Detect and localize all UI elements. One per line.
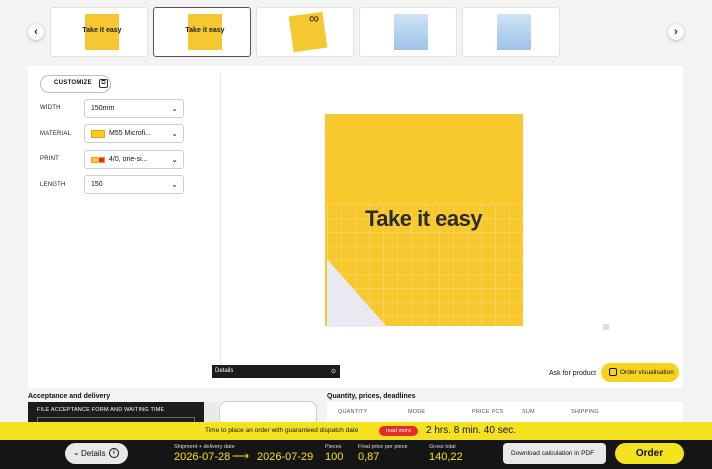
thumb-product-image [497, 14, 531, 50]
material-select[interactable]: M55 Microfi... ⌄ [84, 124, 184, 143]
cloth-curl [327, 259, 387, 327]
details-circle-icon: ⊙ [330, 369, 336, 375]
order-footer: ⌄ Details i Shipment + delivery date 202… [0, 440, 712, 469]
width-value: 150mm [91, 105, 115, 112]
order-visualisation-label: Order visualisation [620, 369, 674, 376]
customize-icon: ⧉ [99, 79, 108, 88]
order-button[interactable]: Order [615, 443, 684, 464]
quantity-title: Quantity, prices, deadlines [327, 393, 416, 400]
footer-details-button[interactable]: ⌄ Details i [65, 443, 128, 464]
file-acceptance-label: FILE ACCEPTANCE FORM AND WAITING TIME [37, 407, 165, 413]
thumb-product-image [288, 11, 328, 53]
download-pdf-label: Download calculation in PDF [511, 450, 595, 457]
ask-for-product-link[interactable]: Ask for product [549, 370, 596, 377]
order-visualisation-button[interactable]: Order visualisation [601, 363, 679, 382]
visualisation-icon [609, 368, 617, 376]
read-more-button[interactable]: read more [379, 426, 418, 436]
product-preview: Take it easy [325, 114, 523, 327]
pieces-label: Pieces [325, 444, 342, 450]
arrow-right-icon: ⟶ [232, 449, 250, 463]
length-label: LENGTH [40, 182, 66, 188]
col-price-pcs: PRICE PCS [472, 409, 504, 415]
customize-label: CUSTOMIZE [54, 80, 92, 86]
print-select[interactable]: 4/0, one-si... ⌄ [84, 150, 184, 169]
panel-divider [220, 74, 221, 379]
carousel-next-button[interactable]: › [668, 24, 684, 40]
chevron-down-icon: ⌄ [73, 448, 80, 457]
print-swatch-icon [91, 157, 105, 163]
shipment-label: Shipment + delivery date [174, 444, 235, 450]
thumb-caption: Take it easy [185, 27, 225, 34]
chevron-down-icon: ⌄ [171, 180, 178, 189]
col-sum: SUM [522, 409, 535, 415]
carousel-thumb-3[interactable]: ∞ [256, 7, 354, 57]
col-shipping: SHIPPING [571, 409, 599, 415]
pieces-value: 100 [325, 451, 344, 463]
dispatch-banner: Time to place an order with guaranteed d… [0, 422, 712, 440]
carousel-thumb-5[interactable] [462, 7, 560, 57]
col-quantity: QUANTITY [338, 409, 368, 415]
thumb-caption: Take it easy [82, 27, 122, 34]
customize-button[interactable]: CUSTOMIZE ⧉ [40, 75, 111, 93]
length-value: 150 [91, 181, 103, 188]
carousel-thumb-2-active[interactable]: Take it easy [153, 7, 251, 57]
acceptance-strip [204, 402, 218, 424]
carousel-prev-button[interactable]: ‹ [28, 24, 44, 40]
product-carousel: ‹ Take it easy Take it easy ∞ › [0, 0, 712, 64]
quantity-table-header: QUANTITY MODE PRICE PCS SUM SHIPPING [327, 402, 683, 422]
chevron-down-icon: ⌄ [171, 129, 178, 138]
dispatch-timer: 2 hrs. 8 min. 40 sec. [426, 425, 517, 436]
order-label: Order [635, 448, 664, 459]
chevron-down-icon: ⌄ [171, 155, 178, 164]
chevron-down-icon: ⌄ [171, 104, 178, 113]
details-label: Details [215, 368, 234, 374]
print-label: PRINT [40, 156, 59, 162]
configurator-panel: CUSTOMIZE ⧉ WIDTH 150mm ⌄ MATERIAL M55 M… [28, 66, 683, 388]
product-print-text: Take it easy [365, 206, 483, 231]
print-value: 4/0, one-si... [109, 156, 148, 163]
file-acceptance-box[interactable]: FILE ACCEPTANCE FORM AND WAITING TIME [28, 402, 204, 424]
footer-details-label: Details [81, 449, 106, 458]
width-select[interactable]: 150mm ⌄ [84, 99, 184, 118]
material-label: MATERIAL [40, 131, 72, 137]
acceptance-title: Acceptance and delivery [28, 393, 111, 400]
material-value: M55 Microfi... [109, 130, 152, 137]
glasses-icon: ∞ [309, 10, 319, 26]
thumb-product-image [394, 14, 428, 50]
corner-mark [603, 324, 609, 330]
col-mode: MODE [408, 409, 426, 415]
width-label: WIDTH [40, 105, 61, 111]
gross-total-value: 140,22 [429, 451, 463, 463]
info-icon: i [109, 448, 119, 458]
details-toggle[interactable]: Details ⊙ [212, 365, 340, 378]
final-price-value: 0,87 [358, 451, 380, 463]
dispatch-message: Time to place an order with guaranteed d… [205, 427, 359, 434]
gross-total-label: Gross total [429, 444, 456, 450]
delivery-date: 2026-07-29 [257, 451, 314, 463]
carousel-thumb-4[interactable] [359, 7, 457, 57]
material-swatch-icon [91, 130, 105, 138]
carousel-thumb-1[interactable]: Take it easy [50, 7, 148, 57]
shipment-date: 2026-07-28 [174, 451, 231, 463]
length-select[interactable]: 150 ⌄ [84, 175, 184, 194]
final-price-label: Final price per piece [358, 444, 408, 450]
download-pdf-button[interactable]: Download calculation in PDF [503, 443, 606, 464]
